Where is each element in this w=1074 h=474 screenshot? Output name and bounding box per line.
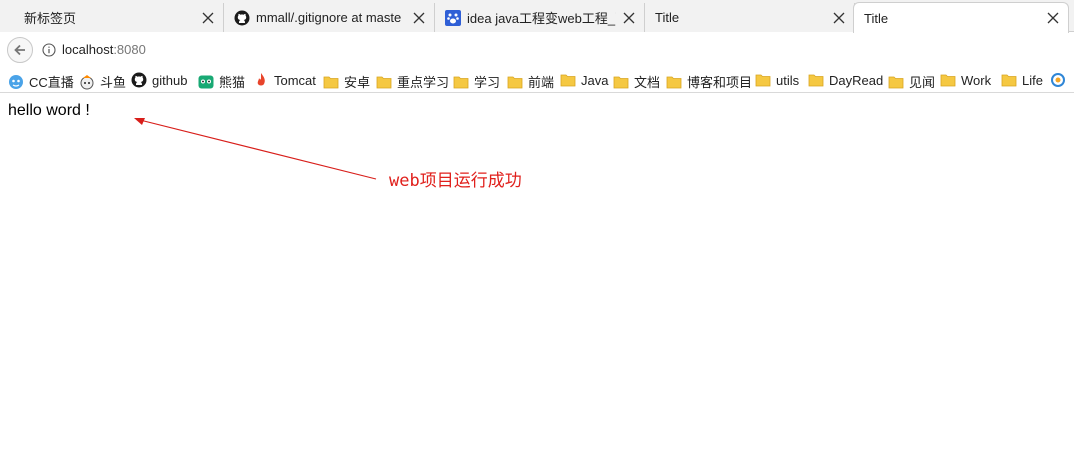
- bookmark-label: utils: [776, 72, 800, 88]
- bookmark-tomcat[interactable]: Tomcat: [253, 72, 316, 88]
- folder-icon: [755, 72, 771, 88]
- bookmark-work[interactable]: Work: [940, 72, 991, 88]
- url-field[interactable]: localhost:8080: [62, 42, 146, 57]
- folder-icon: [507, 74, 523, 90]
- navigation-toolbar: localhost:8080: [0, 33, 1074, 66]
- close-icon[interactable]: [832, 11, 846, 25]
- bookmark-label: CC直播: [29, 75, 74, 90]
- arrow-left-icon: [14, 44, 25, 55]
- bookmark-label: 安卓: [344, 75, 371, 90]
- bookmark-item-8[interactable]: 前端: [507, 72, 554, 91]
- bookmark-label: Java: [581, 72, 609, 88]
- folder-icon: [613, 74, 629, 90]
- tab-strip: 新标签页 mmall/.gitignore at maste idea java…: [0, 0, 1074, 33]
- bookmark-label: 斗鱼: [100, 75, 127, 90]
- bookmark-github[interactable]: github: [131, 72, 187, 88]
- bookmark-label: 学习: [474, 75, 501, 90]
- bookmark-utils[interactable]: utils: [755, 72, 799, 88]
- bookmark-item-0[interactable]: CC直播: [8, 72, 74, 91]
- bookmark-label: Tomcat: [274, 72, 316, 88]
- back-button[interactable]: [7, 36, 33, 63]
- bookmark-item-1[interactable]: 斗鱼: [79, 72, 126, 91]
- bookmark-java[interactable]: Java: [560, 72, 608, 88]
- github-icon: [234, 10, 250, 26]
- tab-title-active[interactable]: Title: [853, 2, 1069, 33]
- tab-title: 新标签页: [24, 11, 77, 26]
- tab-title: idea java工程变web工程_百: [467, 11, 616, 26]
- bookmark-item-6[interactable]: 重点学习: [376, 72, 449, 91]
- folder-icon: [888, 74, 904, 90]
- annotation-arrow: [134, 118, 377, 180]
- annotation-text: web项目运行成功: [389, 171, 522, 191]
- tab-new-tab[interactable]: 新标签页: [0, 3, 224, 32]
- folder-icon: [323, 74, 339, 90]
- tab-title: Title: [655, 10, 680, 25]
- bookmark-label: DayRead: [829, 72, 884, 88]
- tab-title: Title: [864, 10, 889, 26]
- bookmark-label: github: [152, 72, 188, 88]
- panda-icon: [198, 74, 214, 90]
- url-host: localhost: [62, 42, 114, 57]
- close-icon[interactable]: [622, 11, 636, 25]
- cc-live-icon: [8, 74, 24, 90]
- bookmark-item-3[interactable]: 熊猫: [198, 72, 245, 91]
- info-icon[interactable]: [42, 42, 56, 57]
- close-icon[interactable]: [412, 11, 426, 25]
- folder-icon: [376, 74, 392, 90]
- bookmark-label: Life: [1022, 72, 1043, 88]
- folder-icon: [560, 72, 576, 88]
- bookmark-label: 熊猫: [219, 75, 246, 90]
- tab-title: mmall/.gitignore at maste: [256, 10, 402, 25]
- folder-icon: [453, 74, 469, 90]
- bookmark-item-5[interactable]: 安卓: [323, 72, 370, 91]
- bookmark-label: 见闻: [909, 75, 936, 90]
- folder-icon: [1001, 72, 1017, 88]
- page-content: hello word ! web项目运行成功: [0, 94, 1074, 474]
- bookmark-item-10[interactable]: 文档: [613, 72, 660, 91]
- url-port: :8080: [113, 42, 146, 57]
- bookmark-label: 文档: [634, 75, 661, 90]
- folder-icon: [808, 72, 824, 88]
- bookmarks-bar: CC直播 斗鱼 github 熊猫 Tomcat 安卓 重点学习 学习 前端 Java 文档 博客和项…: [0, 68, 1074, 93]
- tab-title-1[interactable]: Title: [645, 3, 855, 32]
- bookmark-item-11[interactable]: 博客和项目: [666, 72, 752, 91]
- bookmark-label: 重点学习: [397, 75, 450, 90]
- bookmark-label: Work: [961, 72, 992, 88]
- github-icon: [131, 72, 147, 88]
- folder-icon: [940, 72, 956, 88]
- close-icon[interactable]: [201, 11, 215, 25]
- tab-github[interactable]: mmall/.gitignore at maste: [224, 3, 435, 32]
- swirl-icon: [1050, 72, 1066, 88]
- bookmark-item-7[interactable]: 学习: [453, 72, 500, 91]
- close-icon[interactable]: [1046, 11, 1060, 25]
- bookmark-item-17[interactable]: [1050, 72, 1071, 88]
- baidu-paw-icon: [445, 9, 461, 26]
- bookmark-label: 博客和项目: [687, 75, 753, 90]
- douyu-icon: [79, 74, 95, 90]
- bookmark-life[interactable]: Life: [1001, 72, 1043, 88]
- bookmark-label: 前端: [528, 75, 555, 90]
- bookmark-item-14[interactable]: 见闻: [888, 72, 935, 91]
- bookmark-dayread[interactable]: DayRead: [808, 72, 883, 88]
- folder-icon: [666, 74, 682, 90]
- tab-baidu[interactable]: idea java工程变web工程_百: [435, 3, 645, 32]
- tomcat-icon: [253, 72, 269, 88]
